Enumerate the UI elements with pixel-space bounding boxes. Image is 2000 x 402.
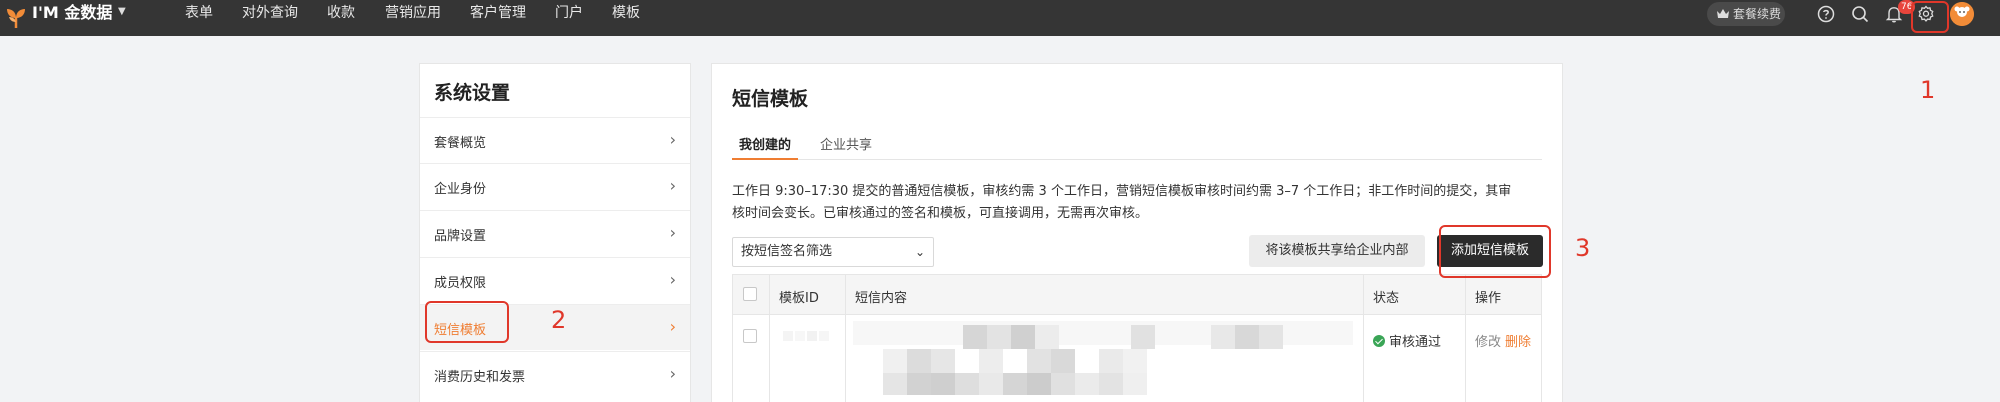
table-header: 模板ID 短信内容 状态 操作: [733, 275, 1541, 315]
caret-down-icon[interactable]: ▼: [118, 6, 126, 17]
help-icon[interactable]: [1816, 4, 1836, 24]
nav-item-crm[interactable]: 客户管理: [470, 4, 526, 22]
chevron-right-icon: ›: [669, 176, 676, 195]
brand-name[interactable]: I'M 金数据: [32, 3, 112, 23]
page-title: 短信模板: [732, 88, 809, 110]
review-notice-line: 工作日 9:30–17:30 提交的普通短信模板，审核约需 3 个工作日，营销短…: [732, 184, 1512, 199]
annotation-highlight-settings: [1911, 1, 1949, 33]
tab-enterprise-shared[interactable]: 企业共享: [820, 134, 872, 153]
upgrade-label: 套餐续费: [1733, 7, 1782, 21]
sidebar-item-plan-overview[interactable]: 套餐概览 ›: [420, 117, 690, 163]
chevron-right-icon: ›: [669, 317, 676, 336]
column-divider: [845, 275, 846, 402]
row-checkbox[interactable]: [743, 329, 757, 343]
chevron-down-icon: ⌄: [914, 245, 925, 259]
sms-template-panel: 短信模板 我创建的 企业共享 工作日 9:30–17:30 提交的普通短信模板，…: [711, 63, 1563, 402]
settings-sidebar: 系统设置 套餐概览 › 企业身份 › 品牌设置 › 成员权限 › 短信模板 › …: [419, 63, 691, 402]
column-divider: [1465, 275, 1466, 402]
edit-link[interactable]: 修改: [1475, 331, 1501, 350]
status-text: 审核通过: [1389, 335, 1442, 350]
nav-item-portal[interactable]: 门户: [555, 4, 583, 22]
review-notice-line: 核时间会变长。已审核通过的签名和模板，可直接调用，无需再次审核。: [732, 206, 1149, 221]
sidebar-item-enterprise-identity[interactable]: 企业身份 ›: [420, 163, 690, 209]
sidebar-item-billing-history[interactable]: 消费历史和发票 ›: [420, 351, 690, 397]
check-circle-icon: [1373, 335, 1385, 347]
top-bar: I'M 金数据 ▼ 表单 对外查询 收款 营销应用 客户管理 门户 模板 套餐续…: [0, 0, 2000, 36]
sidebar-item-member-permissions[interactable]: 成员权限 ›: [420, 257, 690, 303]
annotation-number: 2: [551, 306, 567, 334]
review-notice: 工作日 9:30–17:30 提交的普通短信模板，审核约需 3 个工作日，营销短…: [732, 181, 1542, 225]
tab-created-by-me[interactable]: 我创建的: [739, 134, 791, 153]
share-to-enterprise-button[interactable]: 将该模板共享给企业内部: [1249, 235, 1425, 267]
nav-item-marketing[interactable]: 营销应用: [385, 4, 441, 22]
upgrade-button[interactable]: 套餐续费: [1707, 2, 1785, 26]
column-header-actions: 操作: [1475, 291, 1502, 306]
chevron-right-icon: ›: [669, 270, 676, 289]
search-icon[interactable]: [1850, 4, 1870, 24]
sidebar-item-label: 消费历史和发票: [434, 370, 526, 385]
signature-filter-placeholder: 按短信签名筛选: [741, 244, 833, 259]
nav-item-public-query[interactable]: 对外查询: [242, 4, 298, 22]
crown-icon: [1717, 9, 1729, 18]
delete-link[interactable]: 删除: [1505, 331, 1531, 350]
active-tab-indicator: [732, 158, 798, 160]
sidebar-title: 系统设置: [434, 82, 511, 104]
chevron-right-icon: ›: [669, 364, 676, 383]
sidebar-item-label: 成员权限: [434, 276, 487, 291]
tab-bar: 我创建的 企业共享: [732, 126, 1542, 160]
sidebar-item-brand-settings[interactable]: 品牌设置 ›: [420, 210, 690, 256]
column-divider: [1363, 275, 1364, 402]
nav-item-payment[interactable]: 收款: [327, 4, 355, 22]
nav-item-templates[interactable]: 模板: [612, 4, 640, 22]
annotation-number: 1: [1920, 76, 1936, 104]
annotation-number: 3: [1575, 234, 1591, 262]
avatar-image: [1950, 2, 1974, 26]
annotation-highlight-sms-templates: [425, 301, 509, 343]
annotation-highlight-add-button: [1439, 225, 1551, 278]
column-header-content: 短信内容: [855, 291, 908, 306]
sidebar-item-label: 套餐概览: [434, 136, 487, 151]
column-header-status: 状态: [1373, 291, 1400, 306]
nav-item-forms[interactable]: 表单: [185, 4, 213, 22]
template-table: 模板ID 短信内容 状态 操作 审核通过 修改 删除: [732, 274, 1542, 402]
column-header-template-id: 模板ID: [779, 291, 819, 306]
select-all-checkbox[interactable]: [743, 287, 757, 301]
sidebar-item-label: 品牌设置: [434, 229, 487, 244]
sidebar-item-label: 企业身份: [434, 182, 487, 197]
status-badge: 审核通过: [1373, 331, 1441, 350]
signature-filter-select[interactable]: 按短信签名筛选 ⌄: [732, 237, 934, 267]
column-divider: [769, 275, 770, 402]
chevron-right-icon: ›: [669, 223, 676, 242]
avatar[interactable]: [1950, 2, 1974, 26]
logo-icon[interactable]: [4, 6, 28, 30]
chevron-right-icon: ›: [669, 130, 676, 149]
